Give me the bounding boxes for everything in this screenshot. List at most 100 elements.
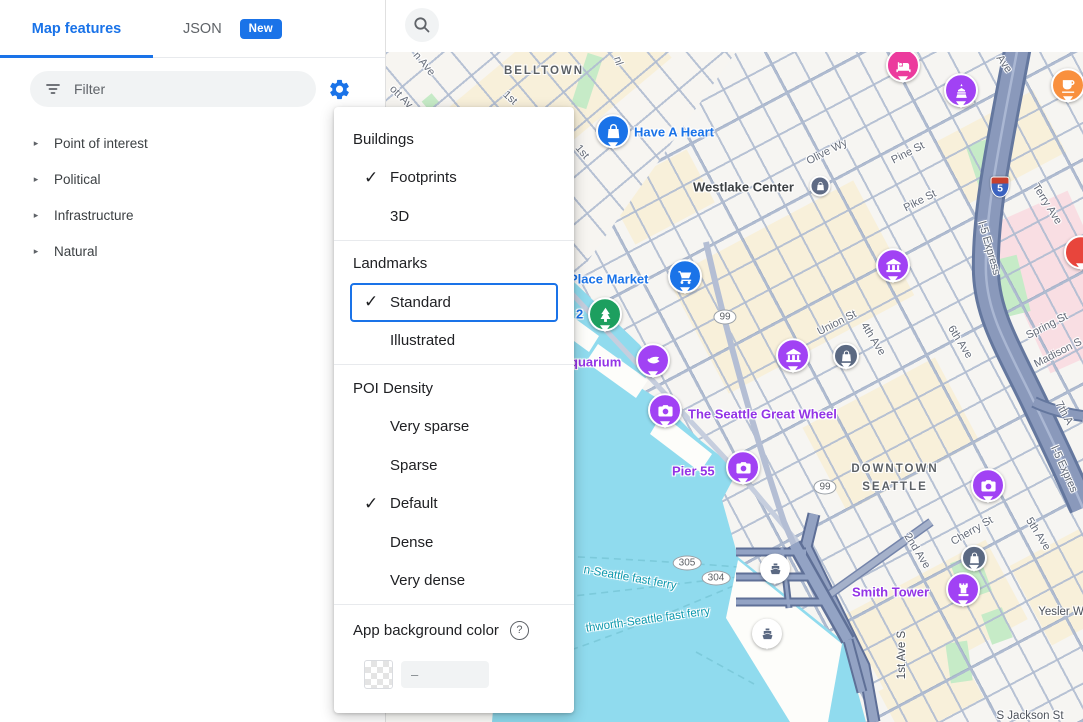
poi-label[interactable]: thworth-Seattle fast ferry (585, 605, 711, 634)
dolphin-marker[interactable] (636, 343, 670, 377)
option-sparse[interactable]: ✓ Sparse (334, 446, 574, 485)
tree-item-label: Political (54, 172, 101, 187)
tree-item-natural[interactable]: ▸ Natural (0, 233, 385, 269)
camera-icon (980, 477, 997, 494)
street-label: 6th Ave (945, 323, 975, 360)
tree-item-label: Natural (54, 244, 98, 259)
poi-label[interactable]: n-Seattle fast ferry (583, 564, 678, 592)
option-footprints[interactable]: ✓ Footprints (334, 159, 574, 198)
shopping-bag-marker[interactable] (810, 176, 831, 197)
transparent-color-swatch[interactable] (364, 660, 393, 689)
option-dense[interactable]: ✓ Dense (334, 523, 574, 562)
rook-marker[interactable] (946, 572, 980, 606)
shopping-bag-marker[interactable] (596, 114, 630, 148)
coffee-icon (1060, 77, 1077, 94)
search-button[interactable] (405, 8, 439, 42)
check-icon: ✓ (364, 168, 390, 188)
camera-marker[interactable] (726, 450, 760, 484)
street-label: 7th A (1053, 399, 1075, 427)
tab-bar: Map features JSON New (0, 0, 385, 58)
section-title-buildings: Buildings (334, 120, 574, 159)
option-very-dense[interactable]: ✓ Very dense (334, 562, 574, 601)
poi-label[interactable]: Smith Tower (852, 585, 929, 600)
ferry-marker[interactable] (752, 619, 782, 649)
street-label: Cherry St (949, 514, 995, 548)
option-label: Dense (390, 534, 433, 551)
poi-label[interactable]: Pier 55 (672, 464, 715, 479)
tab-json[interactable]: JSON (183, 21, 222, 37)
filter-pill[interactable] (30, 71, 316, 107)
camera-marker[interactable] (971, 468, 1005, 502)
help-icon[interactable]: ? (510, 621, 529, 640)
tree-item-infrastructure[interactable]: ▸ Infrastructure (0, 197, 385, 233)
shopping-cart-icon (677, 268, 694, 285)
museum-marker[interactable] (876, 248, 910, 282)
street-label: 1st (501, 89, 520, 108)
bed-icon (895, 57, 912, 74)
street-label: 4th Ave (858, 320, 888, 357)
ferry-marker[interactable] (760, 554, 790, 584)
left-panel: Map features JSON New ▸ Point of interes… (0, 0, 386, 722)
museum-icon (885, 257, 902, 274)
area-label: SEATTLE (862, 481, 928, 493)
map-toolbar (386, 0, 1083, 52)
tree-item-point-of-interest[interactable]: ▸ Point of interest (0, 125, 385, 161)
ferry-icon (768, 561, 783, 576)
coffee-marker[interactable] (1051, 68, 1083, 102)
monument-marker[interactable] (944, 73, 978, 107)
shopping-bag-icon (840, 349, 853, 362)
camera-marker[interactable] (648, 393, 682, 427)
shopping-bag-icon (815, 181, 825, 191)
section-title-landmarks: Landmarks (334, 245, 574, 284)
menu-divider (334, 604, 574, 605)
shopping-bag-marker[interactable] (833, 343, 859, 369)
route-shield: 99 (813, 480, 836, 495)
area-label: BELLTOWN (504, 65, 584, 77)
feature-tree: ▸ Point of interest ▸ Political ▸ Infras… (0, 125, 385, 269)
bed-marker[interactable] (886, 52, 920, 82)
option-label: Footprints (390, 169, 457, 186)
expand-arrow-icon[interactable]: ▸ (27, 210, 45, 221)
tree-marker[interactable] (588, 297, 622, 331)
option-very-sparse[interactable]: ✓ Very sparse (334, 408, 574, 447)
option-default[interactable]: ✓ Default (334, 485, 574, 524)
shopping-bag-icon (968, 551, 981, 564)
poi-label[interactable]: Have A Heart (634, 125, 714, 140)
tab-map-features[interactable]: Map features (0, 0, 153, 57)
option-standard[interactable]: ✓ Standard (350, 283, 558, 322)
shopping-cart-marker[interactable] (668, 259, 702, 293)
settings-gear-button[interactable] (326, 76, 352, 102)
camera-icon (735, 459, 752, 476)
poi-label[interactable]: quarium (570, 355, 621, 370)
shopping-bag-marker[interactable] (961, 545, 987, 571)
tree-item-political[interactable]: ▸ Political (0, 161, 385, 197)
rook-icon (955, 581, 972, 598)
poi-label[interactable]: 2 (576, 307, 583, 322)
poi-label[interactable]: The Seattle Great Wheel (688, 407, 837, 422)
option-3d[interactable]: ✓ 3D (334, 197, 574, 236)
street-label: Olive Wy (805, 137, 850, 168)
shopping-bag-icon (605, 123, 622, 140)
option-label: 3D (390, 208, 409, 225)
museum-marker[interactable] (776, 338, 810, 372)
expand-arrow-icon[interactable]: ▸ (27, 138, 45, 149)
poi-label[interactable]: Place Market (569, 272, 649, 287)
street-label: Terry Ave (1030, 181, 1064, 226)
area-label: DOWNTOWN (851, 463, 938, 475)
dot-marker[interactable] (1064, 235, 1083, 269)
street-label: S Jackson St (996, 710, 1063, 722)
expand-arrow-icon[interactable]: ▸ (27, 174, 45, 185)
menu-divider (334, 364, 574, 365)
expand-arrow-icon[interactable]: ▸ (27, 246, 45, 257)
street-label: 1st Ave S (896, 631, 908, 679)
poi-label[interactable]: Westlake Center (693, 180, 794, 195)
background-color-input[interactable] (401, 661, 489, 688)
street-label: Pike St (902, 188, 939, 215)
street-label: 5th Ave (1023, 515, 1053, 552)
option-illustrated[interactable]: ✓ Illustrated (334, 322, 574, 361)
street-label: Yesler W (1038, 606, 1083, 618)
filter-icon (44, 80, 62, 98)
route-shield: 305 (673, 556, 702, 571)
active-tab-underline (0, 55, 153, 58)
filter-input[interactable] (72, 80, 296, 98)
